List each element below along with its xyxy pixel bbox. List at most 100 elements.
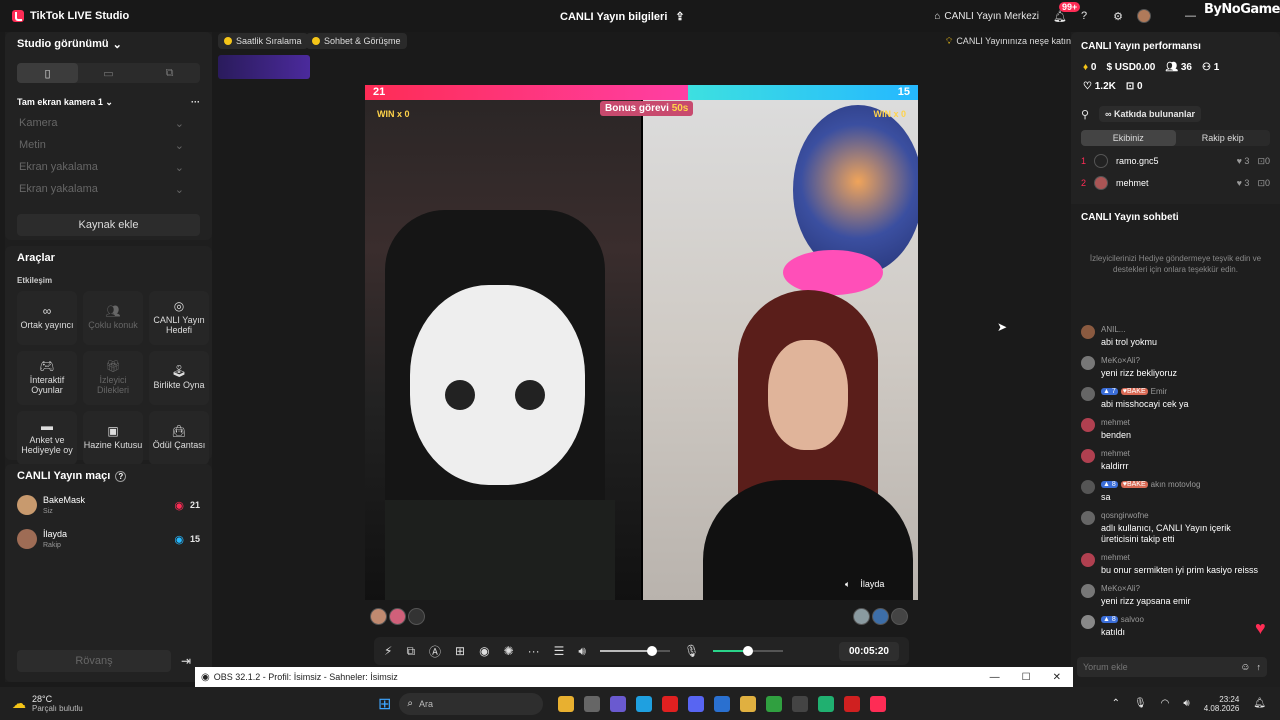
source-item[interactable]: Kamera ⌄: [5, 112, 212, 134]
avatar[interactable]: [1081, 325, 1095, 339]
chat-username[interactable]: akın motovlog: [1151, 480, 1201, 489]
multi-layout-button[interactable]: ⧉: [139, 63, 200, 83]
taskbar-search[interactable]: ⌕ Ara: [399, 692, 544, 715]
share-icon[interactable]: ⇪: [675, 10, 684, 23]
help-icon[interactable]: ?: [1081, 10, 1087, 22]
avatar[interactable]: [1081, 615, 1095, 629]
contributors-button[interactable]: ∞ Katkıda bulunanlar: [1099, 106, 1202, 122]
notification-button[interactable]: 🔔︎ 99+: [1053, 1, 1081, 23]
tiktok-app-icon[interactable]: [870, 695, 887, 712]
ai-icon[interactable]: Ⓐ: [429, 643, 441, 660]
rank-row[interactable]: 1 ramo.gnc5 ♥ 3 ⊡0: [1071, 146, 1280, 176]
play-together-button[interactable]: 🕹︎ Birlikte Oyna: [149, 351, 209, 405]
chat-username[interactable]: qosngirwofne: [1101, 511, 1149, 520]
avatar[interactable]: [1081, 584, 1095, 598]
volume-icon[interactable]: 🔊︎: [578, 644, 586, 659]
rank-row[interactable]: 2 mehmet ♥ 3 ⊡0: [1071, 176, 1280, 190]
reward-bag-button[interactable]: 👜︎ Ödül Çantası: [149, 411, 209, 465]
youtube-icon[interactable]: [844, 695, 861, 712]
emoji-icon[interactable]: ☺: [1240, 662, 1250, 673]
avatar[interactable]: [1081, 418, 1095, 432]
chat-username[interactable]: mehmet: [1101, 553, 1130, 562]
opera-icon[interactable]: [662, 695, 679, 712]
multi-guest-button[interactable]: 👥︎ Çoklu konuk: [83, 291, 143, 345]
gear-icon[interactable]: ⚙: [1113, 10, 1123, 23]
avatar[interactable]: [891, 608, 908, 625]
add-source-button[interactable]: Kaynak ekle: [17, 214, 200, 236]
avatar[interactable]: [1081, 511, 1095, 525]
game-icon[interactable]: [818, 695, 835, 712]
edge-icon[interactable]: [636, 695, 653, 712]
tip-chip[interactable]: 💡︎ CANLI Yayınınıza neşe katın: [940, 33, 1077, 49]
speaker-icon[interactable]: 🔈︎: [845, 579, 850, 590]
volume-icon[interactable]: 🔊︎: [1183, 698, 1189, 709]
co-host-button[interactable]: ∞ Ortak yayıncı: [17, 291, 77, 345]
avatar[interactable]: [872, 608, 889, 625]
mail-icon[interactable]: [714, 695, 731, 712]
avatar[interactable]: [1137, 9, 1151, 23]
heart-icon[interactable]: ♥: [1255, 618, 1266, 639]
treasure-box-button[interactable]: ▣ Hazine Kutusu: [83, 411, 143, 465]
live-center-link[interactable]: ⌂ CANLI Yayın Merkezi: [934, 11, 1039, 22]
chat-username[interactable]: mehmet: [1101, 418, 1130, 427]
effects-icon[interactable]: ✺: [504, 644, 514, 658]
chat-username[interactable]: mehmet: [1101, 449, 1130, 458]
mic-slider[interactable]: [713, 646, 784, 656]
help-icon[interactable]: ?: [115, 470, 127, 482]
add-screen-icon[interactable]: ⊞: [455, 644, 465, 658]
teams-icon[interactable]: [610, 695, 627, 712]
chrome-icon[interactable]: [558, 695, 575, 712]
live-info-title[interactable]: CANLI Yayın bilgileri ⇪: [560, 10, 685, 24]
chat-username[interactable]: Emir: [1151, 387, 1167, 396]
minimize-icon[interactable]: —: [990, 672, 1000, 683]
maximize-icon[interactable]: ☐: [1022, 672, 1031, 683]
send-icon[interactable]: ↑: [1257, 662, 1262, 672]
chat-username[interactable]: MeKo×Ali?: [1101, 584, 1140, 593]
more-icon[interactable]: ···: [191, 97, 200, 108]
comment-input[interactable]: [1083, 662, 1241, 672]
avatar[interactable]: [1081, 387, 1095, 401]
source-item[interactable]: Metin ⌄: [5, 134, 212, 156]
avatar[interactable]: [1081, 553, 1095, 567]
chat-call-chip[interactable]: Sohbet & Görüşme: [306, 33, 407, 49]
magic-wand-icon[interactable]: ⚡︎: [384, 644, 392, 658]
wifi-icon[interactable]: ◠: [1161, 698, 1170, 709]
tab-rival-team[interactable]: Rakip ekip: [1176, 130, 1271, 146]
studio-view-dropdown[interactable]: Studio görünümü ⌄: [5, 32, 212, 57]
screen-share-icon[interactable]: ⧉: [406, 644, 415, 659]
chrome-alt-icon[interactable]: [766, 695, 783, 712]
windows-start-icon[interactable]: ⊞: [378, 694, 391, 714]
chat-username[interactable]: salvoo: [1121, 615, 1144, 624]
exit-icon[interactable]: ⇥: [181, 654, 191, 668]
notification-icon[interactable]: 🔔︎: [1253, 698, 1266, 709]
chevron-up-icon[interactable]: ⌃: [1112, 698, 1120, 709]
obs-window-bar[interactable]: ◉ OBS 32.1.2 - Profil: İsimsiz - Sahnele…: [195, 667, 1073, 687]
close-icon[interactable]: ✕: [1053, 672, 1061, 683]
avatar[interactable]: [408, 608, 425, 625]
poll-button[interactable]: ▬ Anket ve Hediyeyle oy: [17, 411, 77, 465]
interactive-games-button[interactable]: 🎮︎ İnteraktif Oyunlar: [17, 351, 77, 405]
more-icon[interactable]: ···: [528, 644, 540, 658]
source-item[interactable]: Ekran yakalama ⌄: [5, 156, 212, 178]
viewer-wishes-button[interactable]: 🎁︎ İzleyici Dilekleri: [83, 351, 143, 405]
discord-icon[interactable]: [688, 695, 705, 712]
clock[interactable]: 23:24 4.08.2026: [1204, 695, 1240, 713]
tab-our-team[interactable]: Ekibiniz: [1081, 130, 1176, 146]
avatar[interactable]: [389, 608, 406, 625]
taskview-icon[interactable]: [584, 695, 601, 712]
event-banner[interactable]: [218, 55, 310, 79]
rematch-button[interactable]: Rövanş: [17, 650, 171, 672]
avatar[interactable]: [1081, 449, 1095, 463]
hourly-ranking-chip[interactable]: Saatlik Sıralama: [218, 33, 308, 49]
settings-sliders-icon[interactable]: ☰: [554, 644, 565, 658]
obs-app-icon[interactable]: [792, 695, 809, 712]
weather-widget[interactable]: ☁ 28°C Parçalı bulutlu: [12, 694, 192, 713]
invite-icon[interactable]: ⚲: [1081, 108, 1089, 121]
scene-dropdown[interactable]: Tam ekran kamera 1 ⌄: [17, 97, 113, 108]
folder-icon[interactable]: [740, 695, 757, 712]
chat-username[interactable]: ANIL...: [1101, 325, 1125, 334]
avatar[interactable]: [1081, 480, 1095, 494]
avatar[interactable]: [853, 608, 870, 625]
avatar[interactable]: [1081, 356, 1095, 370]
microphone-icon[interactable]: 🎙︎: [684, 644, 699, 658]
